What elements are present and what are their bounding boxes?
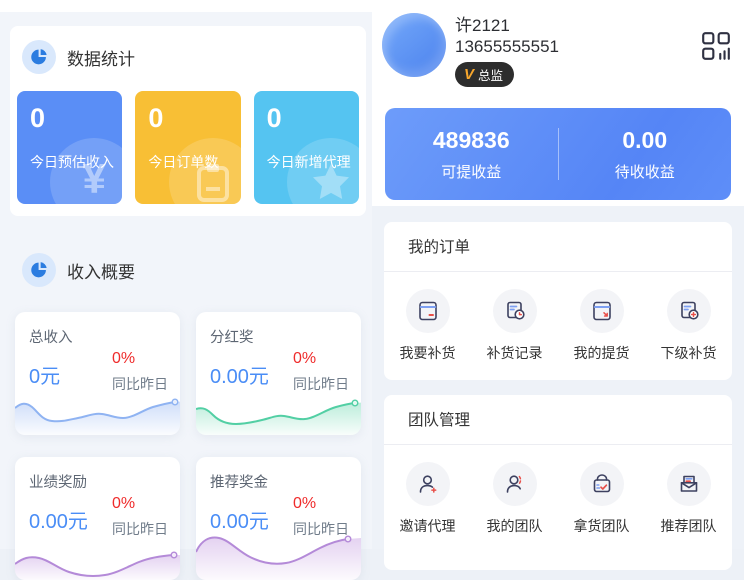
income-card-compare-label: 同比昨日	[293, 376, 349, 392]
orders-panel-title: 我的订单	[384, 222, 732, 272]
stat-card-row: 0 今日预估收入 ¥ 0 今日订单数 0 今日新增代理	[17, 91, 359, 204]
sparkline-purple	[196, 535, 361, 580]
sub-restock-icon	[666, 289, 711, 333]
menu-item-referral-team[interactable]: 推荐团队	[645, 462, 732, 536]
star-icon	[286, 138, 359, 204]
income-card-dividend: 分红奖 0.00元 0% 同比昨日	[196, 312, 361, 435]
income-card-title: 推荐奖金	[210, 475, 268, 491]
income-section-title: 收入概要	[67, 262, 135, 282]
menu-item-invite-agent[interactable]: 邀请代理	[384, 462, 471, 536]
team-grid: 邀请代理 我的团队 拿货团队 推荐团队	[384, 445, 732, 536]
menu-item-label: 我的团队	[486, 518, 543, 534]
menu-item-goods-team[interactable]: 拿货团队	[558, 462, 645, 536]
income-card-value: 0.00元	[210, 366, 269, 388]
income-card-title: 业绩奖励	[29, 475, 87, 491]
income-card-title: 总收入	[29, 330, 73, 346]
stat-value: 0	[30, 103, 46, 133]
stat-card-new-agents: 0 今日新增代理	[253, 91, 359, 204]
menu-item-label: 我要补货	[399, 345, 456, 361]
stats-section-title: 数据统计	[67, 49, 135, 69]
orders-grid: 我要补货 补货记录 我的提货 下级补货	[384, 272, 732, 363]
income-card-referral: 推荐奖金 0.00元 0% 同比昨日	[196, 457, 361, 580]
goods-team-icon	[579, 462, 624, 506]
avatar[interactable]	[382, 13, 446, 77]
left-column: 数据统计 0 今日预估收入 ¥ 0 今日订单数 0 今日新增代理 收入概要 总收…	[0, 0, 372, 580]
badge-label: 总监	[478, 69, 504, 83]
income-card-value: 0元	[29, 366, 61, 388]
clipboard-icon	[168, 138, 241, 204]
referral-team-icon	[666, 462, 711, 506]
level-badge: V 总监	[455, 62, 515, 87]
right-column: 许2121 13655555551 V 总监 489836 可提收益 0.00 …	[372, 0, 744, 570]
menu-item-restock-records[interactable]: 补货记录	[471, 289, 558, 363]
pending-block[interactable]: 0.00 待收收益	[559, 127, 732, 182]
withdrawable-block[interactable]: 489836 可提收益	[385, 127, 558, 182]
income-card-percent: 0%	[112, 495, 136, 512]
pending-label: 待收收益	[614, 163, 675, 181]
team-panel-title: 团队管理	[384, 395, 732, 445]
badge-v-icon: V	[464, 66, 475, 83]
stats-panel: 数据统计 0 今日预估收入 ¥ 0 今日订单数 0 今日新增代理	[10, 26, 366, 216]
withdrawable-value: 489836	[432, 126, 510, 153]
sparkline-purple	[15, 551, 180, 580]
income-card-performance: 业绩奖励 0.00元 0% 同比昨日	[15, 457, 180, 580]
income-card-percent: 0%	[293, 350, 317, 367]
income-card-percent: 0%	[112, 350, 136, 367]
menu-item-label: 下级补货	[660, 345, 717, 361]
menu-item-label: 邀请代理	[399, 518, 456, 534]
my-team-icon	[492, 462, 537, 506]
pie-chart-icon	[22, 40, 56, 74]
stat-value: 0	[266, 103, 282, 133]
dashboard-grid-icon[interactable]	[700, 30, 732, 62]
income-card-percent: 0%	[293, 495, 317, 512]
user-name: 许2121	[455, 16, 510, 35]
menu-item-my-team[interactable]: 我的团队	[471, 462, 558, 536]
yen-coin-icon: ¥	[50, 138, 123, 204]
restock-record-icon	[492, 289, 537, 333]
orders-panel: 我的订单 我要补货 补货记录 我的提货 下级补货	[384, 222, 732, 380]
menu-item-my-pickup[interactable]: 我的提货	[558, 289, 645, 363]
menu-item-label: 补货记录	[486, 345, 543, 361]
withdrawable-label: 可提收益	[441, 163, 502, 181]
user-phone: 13655555551	[455, 37, 560, 56]
income-card-grid: 总收入 0元 0% 同比昨日 分红奖 0.00元 0% 同比昨日 业绩奖励 0.…	[15, 312, 361, 580]
income-card-title: 分红奖	[210, 330, 254, 346]
income-card-compare-label: 同比昨日	[112, 376, 168, 392]
wallet-card: 489836 可提收益 0.00 待收收益	[385, 108, 731, 200]
top-strip	[0, 0, 372, 12]
menu-item-label: 推荐团队	[660, 518, 717, 534]
menu-item-label: 我的提货	[573, 345, 630, 361]
menu-item-sub-restock[interactable]: 下级补货	[645, 289, 732, 363]
menu-item-label: 拿货团队	[573, 518, 630, 534]
income-section-header: 收入概要	[22, 253, 135, 287]
stat-card-order-count: 0 今日订单数	[135, 91, 241, 204]
pickup-doc-icon	[579, 289, 624, 333]
income-card-total: 总收入 0元 0% 同比昨日	[15, 312, 180, 435]
pending-value: 0.00	[622, 126, 668, 153]
stats-section-header: 数据统计	[22, 40, 135, 74]
menu-item-restock[interactable]: 我要补货	[384, 289, 471, 363]
stat-card-estimated-income: 0 今日预估收入 ¥	[17, 91, 123, 204]
restock-doc-icon	[405, 289, 450, 333]
team-panel: 团队管理 邀请代理 我的团队 拿货团队 推荐团队	[384, 395, 732, 570]
income-card-value: 0.00元	[29, 511, 88, 533]
sparkline-blue	[15, 398, 180, 435]
stat-value: 0	[148, 103, 164, 133]
sparkline-green	[196, 399, 361, 435]
invite-agent-icon	[405, 462, 450, 506]
income-card-compare-label: 同比昨日	[112, 521, 168, 537]
pie-chart-icon	[22, 253, 56, 287]
